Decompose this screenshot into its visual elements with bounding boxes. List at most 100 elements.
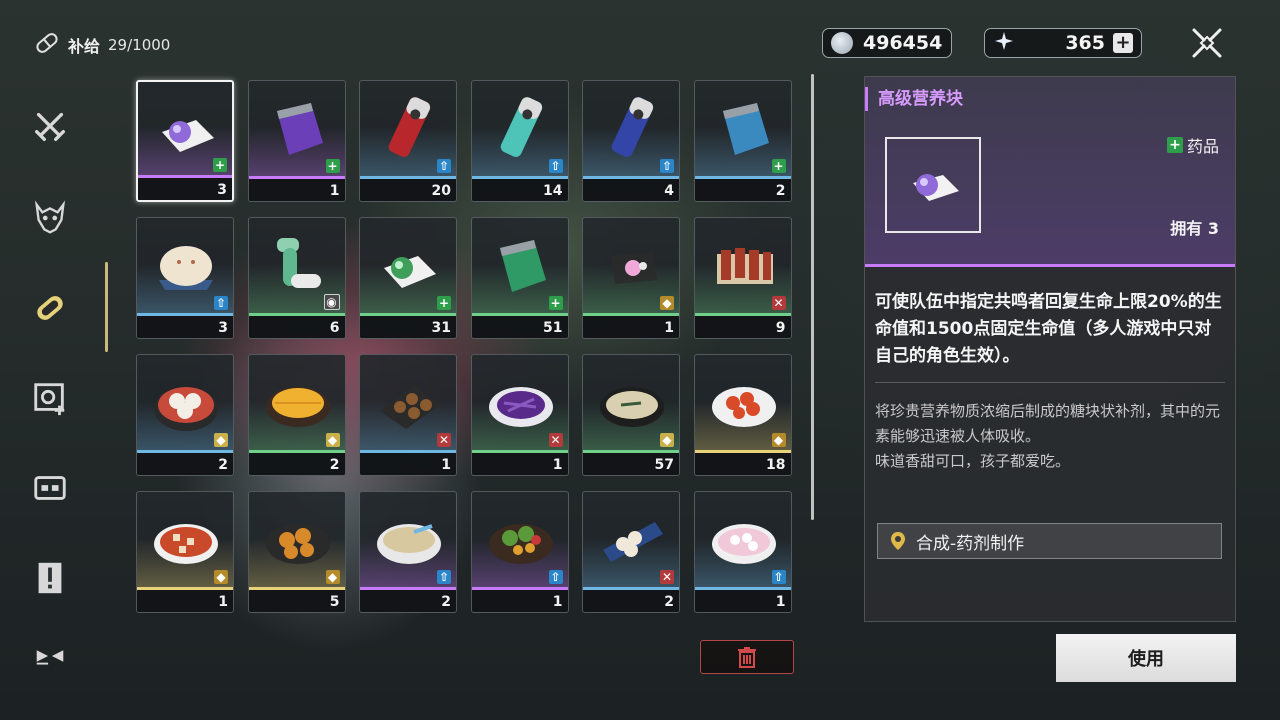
item-slot[interactable]: ✕ 1 (470, 354, 569, 476)
coin-icon (831, 32, 853, 54)
rarity-bar (360, 587, 456, 590)
takoyaki-icon (380, 385, 440, 429)
item-tile: ⇧ 20 (359, 80, 457, 202)
supply-label: 补给 (68, 37, 101, 56)
category-label: 药品 (1186, 137, 1219, 156)
chicken-icon (711, 387, 776, 427)
def-type-icon: ◆ (325, 433, 340, 447)
item-slot[interactable]: +31 (359, 217, 457, 339)
omelette-icon (265, 387, 330, 427)
item-slot[interactable]: ✕ 2 (582, 491, 680, 613)
star-icon (993, 30, 1015, 57)
rarity-bar (137, 587, 233, 590)
item-slot[interactable]: +3 (136, 80, 234, 202)
gold-type-icon: ◆ (325, 570, 340, 584)
currency-amount: 496454 (863, 32, 943, 54)
item-quantity: 1 (329, 183, 340, 199)
item-effect: 可使队伍中指定共鸣者回复生命上限20%的生命值和1500点固定生命值（多人游戏中… (875, 292, 1222, 366)
buff-type-icon: ⇧ (548, 570, 563, 584)
item-slot[interactable]: ◆ 2 (247, 354, 346, 476)
item-slot[interactable]: ◆ 1 (136, 491, 234, 613)
item-tile: ⇧ 1 (470, 491, 569, 613)
item-slot[interactable]: ⇧ 1 (470, 491, 569, 613)
item-tile: ✕ 2 (582, 491, 680, 613)
rarity-bar (360, 313, 456, 316)
buff-type-icon: ⇧ (771, 570, 786, 584)
item-slot[interactable]: ◆ 57 (582, 354, 680, 476)
item-preview (885, 137, 981, 233)
item-slot[interactable]: ◆ 5 (247, 491, 346, 613)
demon-mask-icon[interactable] (28, 196, 72, 240)
item-quantity: 2 (441, 594, 451, 610)
item-tile: ⇧ 14 (470, 80, 569, 202)
gold-type-icon: ◆ (660, 296, 674, 310)
item-detail-panel: 高级营养块 + 药品 拥有 3 可使队伍中指定共鸣者回复生命上限20%的生命值和… (864, 76, 1236, 622)
item-slot[interactable]: ◆ 2 (136, 354, 234, 476)
item-quantity: 20 (431, 183, 451, 199)
item-slot[interactable]: ⇧ 3 (136, 217, 234, 339)
location-pin-icon (891, 532, 905, 550)
rarity-bar (248, 450, 345, 453)
item-quantity: 3 (217, 182, 227, 198)
trash-icon (738, 647, 756, 668)
close-button[interactable] (1186, 24, 1228, 62)
rarity-bar (248, 587, 345, 590)
bowtie-icon[interactable] (28, 634, 72, 678)
def-type-icon: ◆ (214, 433, 228, 447)
item-tile: ◆ 57 (582, 354, 680, 476)
item-slot[interactable]: ◉ 6 (247, 217, 346, 339)
atk-type-icon: ✕ (548, 433, 563, 447)
can-red-icon (388, 97, 431, 157)
item-quantity: 4 (664, 183, 674, 199)
exclamation-card-icon[interactable] (28, 556, 72, 600)
item-slot[interactable]: ◆ 1 (582, 217, 680, 339)
currency-amount: 365 (1065, 32, 1105, 54)
pill-icon[interactable] (28, 286, 72, 330)
flavor-line-2: 味道香甜可口，孩子都爱吃。 (875, 452, 1071, 470)
item-slot[interactable]: +1 (247, 80, 346, 202)
item-slot[interactable]: +51 (470, 217, 569, 339)
gear-plus-icon[interactable] (28, 376, 72, 420)
item-source-link[interactable]: 合成-药剂制作 (877, 523, 1222, 559)
item-tile: ◆ 2 (136, 354, 234, 476)
add-currency-button[interactable]: + (1113, 33, 1133, 53)
candy-icon (611, 252, 657, 284)
item-tile: +1 (247, 80, 346, 202)
rarity-bar (248, 313, 345, 316)
use-button[interactable]: 使用 (1056, 634, 1236, 682)
rarity-bar (694, 450, 791, 453)
item-slot[interactable]: ✕ 1 (359, 354, 457, 476)
sidebar (0, 0, 110, 720)
buff-type-icon: ⇧ (548, 159, 563, 173)
item-slot[interactable]: ⇧ 1 (693, 491, 792, 613)
item-slot[interactable]: +2 (693, 80, 792, 202)
item-slot[interactable]: ✕ 9 (693, 217, 792, 339)
heal-type-icon: + (325, 159, 340, 173)
item-slot[interactable]: ⇧ 2 (359, 491, 457, 613)
item-tile: ✕ 1 (359, 354, 457, 476)
atk-type-icon: ✕ (437, 433, 451, 447)
rarity-bar (137, 450, 233, 453)
currency-shell-credit: 496454 (822, 28, 952, 58)
pill-purple-icon (162, 120, 214, 152)
rarity-bar (471, 450, 568, 453)
currency-astrite: 365 + (984, 28, 1142, 58)
item-slot[interactable]: ⇧ 4 (582, 80, 680, 202)
scrollbar[interactable] (811, 74, 814, 520)
item-tile: +31 (359, 217, 457, 339)
bag-blue-icon (722, 103, 769, 155)
item-tile: ⇧ 3 (136, 217, 234, 339)
spec-type-icon: ◉ (323, 294, 340, 310)
supply-count: 29/1000 (108, 36, 171, 54)
fried-icon (265, 524, 330, 564)
item-slot[interactable]: ◆ 18 (693, 354, 792, 476)
item-slot[interactable]: ⇧ 20 (359, 80, 457, 202)
can-blue-icon (611, 97, 654, 157)
item-slot[interactable]: ⇧ 14 (470, 80, 569, 202)
gold-type-icon: ◆ (771, 433, 786, 447)
rarity-edge (865, 264, 1235, 267)
delete-button[interactable] (700, 640, 794, 674)
box-icon[interactable] (28, 466, 72, 510)
crossed-swords-icon[interactable] (28, 104, 72, 148)
item-tile: ⇧ 1 (693, 491, 792, 613)
